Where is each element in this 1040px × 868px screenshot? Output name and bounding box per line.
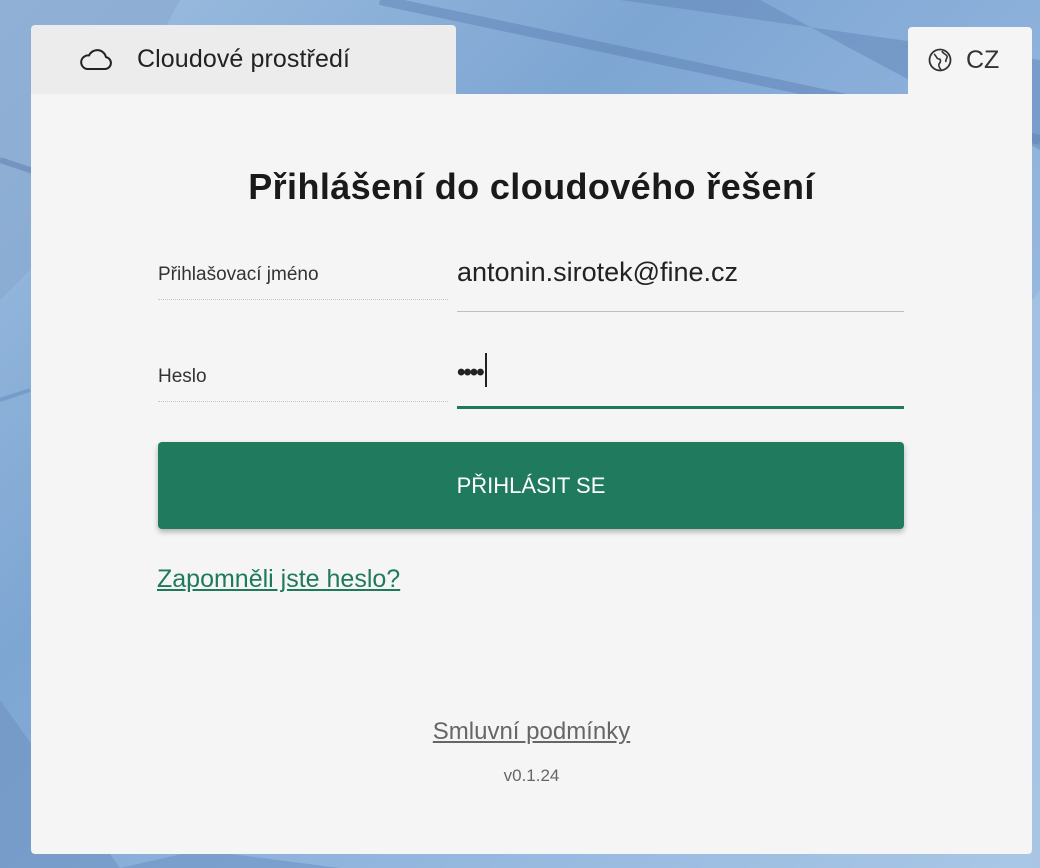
forgot-password-link[interactable]: Zapomněli jste heslo? — [157, 565, 400, 594]
password-label: Heslo — [158, 366, 448, 402]
username-underline — [457, 311, 904, 312]
language-label: CZ — [966, 46, 1000, 74]
username-label: Přihlašovací jméno — [158, 264, 448, 300]
username-value: antonin.sirotek@fine.cz — [457, 257, 739, 287]
username-field[interactable]: antonin.sirotek@fine.cz — [457, 257, 904, 312]
password-value: •••• — [457, 359, 485, 386]
globe-icon — [928, 48, 952, 72]
login-button[interactable]: PŘIHLÁSIT SE — [158, 442, 904, 529]
login-card: Přihlášení do cloudového řešení Přihlašo… — [31, 94, 1032, 854]
language-switcher[interactable]: CZ — [908, 27, 1032, 95]
terms-container: Smluvní podmínky — [31, 718, 1032, 746]
version-label: v0.1.24 — [503, 766, 560, 785]
terms-link[interactable]: Smluvní podmínky — [433, 718, 630, 745]
cloud-icon — [80, 49, 112, 70]
tab-cloud-environment[interactable]: Cloudové prostředí — [31, 25, 456, 95]
password-underline — [457, 406, 904, 409]
tab-label: Cloudové prostředí — [137, 45, 351, 73]
password-field[interactable]: •••• — [457, 353, 904, 409]
page-title: Přihlášení do cloudového řešení — [248, 166, 815, 207]
text-caret — [484, 353, 487, 387]
